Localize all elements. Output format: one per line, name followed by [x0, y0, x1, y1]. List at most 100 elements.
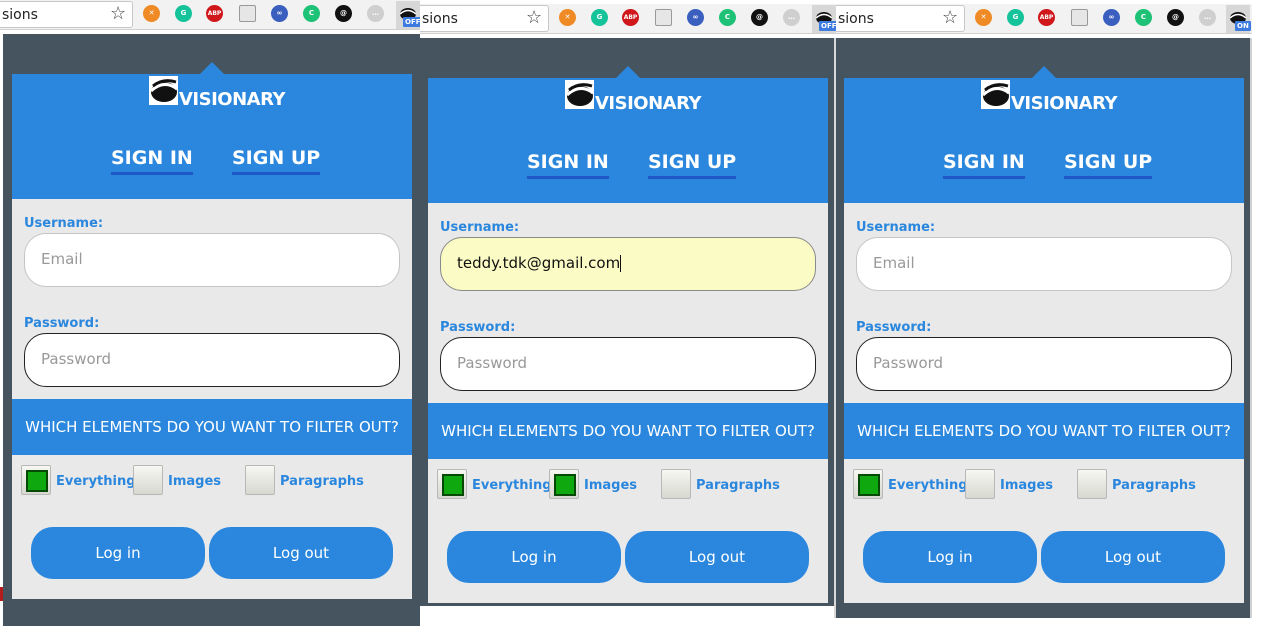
extension-popup: VISIONARY SIGN IN SIGN UP Username: Emai… [844, 66, 1244, 603]
blue-link-icon[interactable]: ∞ [687, 9, 704, 26]
checkbox-paragraphs-label: Paragraphs [696, 478, 780, 493]
popup-frame: VISIONARY SIGN IN SIGN UP Username: Emai… [836, 38, 1252, 618]
checkbox-everything-label: Everything [472, 478, 552, 493]
password-placeholder: Password [457, 354, 528, 372]
password-field[interactable]: Password [24, 333, 400, 387]
tab-sign-in[interactable]: SIGN IN [527, 151, 609, 179]
orange-swirl-icon[interactable]: ✕ [975, 9, 992, 26]
browser-toolbar: sions ☆ ✕ G ABP ∞ C @ … ON [836, 4, 1252, 34]
checkbox-images[interactable] [549, 469, 579, 499]
checkbox-everything-label: Everything [888, 478, 968, 493]
dark-circle-icon[interactable]: @ [751, 9, 768, 26]
filter-heading: WHICH ELEMENTS DO YOU WANT TO FILTER OUT… [12, 399, 412, 455]
document-icon[interactable] [655, 9, 672, 26]
text-cursor [620, 255, 622, 272]
grammarly-icon[interactable]: G [591, 9, 608, 26]
checkbox-images[interactable] [965, 469, 995, 499]
document-icon[interactable] [1071, 9, 1088, 26]
orange-swirl-icon[interactable]: ✕ [143, 5, 160, 22]
logo-text: VISIONARY [179, 89, 286, 110]
bookmark-star-icon[interactable]: ☆ [942, 7, 958, 28]
green-c-icon[interactable]: C [1135, 9, 1152, 26]
log-in-button[interactable]: Log in [863, 531, 1037, 583]
grammarly-icon[interactable]: G [1007, 9, 1024, 26]
password-placeholder: Password [873, 354, 944, 372]
popup-frame: VISIONARY SIGN IN SIGN UP Username: Emai… [3, 34, 420, 626]
visionary-extension-button[interactable]: OFF [812, 5, 839, 33]
extension-popup: VISIONARY SIGN IN SIGN UP Username: tedd… [428, 66, 828, 603]
password-placeholder: Password [41, 350, 112, 368]
tab-sign-up[interactable]: SIGN UP [648, 151, 737, 179]
checkbox-paragraphs-label: Paragraphs [280, 474, 364, 489]
log-in-button[interactable]: Log in [447, 531, 621, 583]
checkbox-paragraphs[interactable] [245, 465, 275, 495]
chat-bubble-icon[interactable]: … [1199, 9, 1216, 26]
bookmark-star-icon[interactable]: ☆ [110, 3, 126, 24]
username-field[interactable]: Email [24, 233, 400, 287]
logo-text: VISIONARY [595, 93, 702, 114]
log-out-button[interactable]: Log out [625, 531, 809, 583]
popup-header: VISIONARY SIGN IN SIGN UP [12, 74, 412, 199]
dark-circle-icon[interactable]: @ [335, 5, 352, 22]
checkbox-images[interactable] [133, 465, 163, 495]
log-out-button[interactable]: Log out [209, 527, 393, 579]
adblock-icon[interactable]: ABP [206, 5, 223, 22]
visionary-extension-button[interactable]: OFF [396, 1, 423, 29]
filter-heading: WHICH ELEMENTS DO YOU WANT TO FILTER OUT… [844, 403, 1244, 459]
username-placeholder: Email [41, 250, 83, 268]
screenshot-panel-1: sions ☆ ✕ G ABP ∞ C @ … OFF VISIONARY SI… [0, 0, 423, 638]
checkbox-images-label: Images [168, 474, 222, 489]
checkbox-paragraphs[interactable] [1077, 469, 1107, 499]
password-field[interactable]: Password [856, 337, 1232, 391]
tab-sign-up[interactable]: SIGN UP [232, 147, 321, 175]
grammarly-icon[interactable]: G [175, 5, 192, 22]
logo-eye-icon [149, 76, 178, 105]
log-out-button[interactable]: Log out [1041, 531, 1225, 583]
document-icon[interactable] [239, 5, 256, 22]
bookmark-star-icon[interactable]: ☆ [526, 7, 542, 28]
popup-frame: VISIONARY SIGN IN SIGN UP Username: tedd… [420, 38, 834, 606]
username-field[interactable]: Email [856, 237, 1232, 291]
chat-bubble-icon[interactable]: … [783, 9, 800, 26]
checkbox-everything[interactable] [21, 465, 51, 495]
password-label: Password: [440, 320, 516, 335]
logo-eye-icon [565, 80, 594, 109]
adblock-icon[interactable]: ABP [622, 9, 639, 26]
log-in-button[interactable]: Log in [31, 527, 205, 579]
blue-link-icon[interactable]: ∞ [271, 5, 288, 22]
extension-popup: VISIONARY SIGN IN SIGN UP Username: Emai… [12, 62, 412, 599]
checkbox-images-label: Images [1000, 478, 1054, 493]
blue-link-icon[interactable]: ∞ [1103, 9, 1120, 26]
checkbox-paragraphs-label: Paragraphs [1112, 478, 1196, 493]
checkbox-paragraphs[interactable] [661, 469, 691, 499]
checkbox-images-label: Images [584, 478, 638, 493]
filter-heading: WHICH ELEMENTS DO YOU WANT TO FILTER OUT… [428, 403, 828, 459]
username-label: Username: [440, 220, 520, 235]
username-value: teddy.tdk@gmail.com [457, 254, 621, 272]
extension-state-badge: ON [1235, 21, 1251, 31]
username-label: Username: [24, 216, 104, 231]
username-label: Username: [856, 220, 936, 235]
dark-circle-icon[interactable]: @ [1167, 9, 1184, 26]
tab-sign-up[interactable]: SIGN UP [1064, 151, 1153, 179]
password-label: Password: [856, 320, 932, 335]
checkbox-everything[interactable] [437, 469, 467, 499]
chat-bubble-icon[interactable]: … [367, 5, 384, 22]
tab-sign-in[interactable]: SIGN IN [111, 147, 193, 175]
popup-caret [1032, 66, 1056, 78]
adblock-icon[interactable]: ABP [1038, 9, 1055, 26]
tab-sign-in[interactable]: SIGN IN [943, 151, 1025, 179]
password-field[interactable]: Password [440, 337, 816, 391]
username-field[interactable]: teddy.tdk@gmail.com [440, 237, 816, 291]
green-c-icon[interactable]: C [719, 9, 736, 26]
screenshot-panel-2: sions ☆ ✕ G ABP ∞ C @ … OFF VISIONARY SI… [420, 0, 839, 638]
logo-text: VISIONARY [1011, 93, 1118, 114]
username-placeholder: Email [873, 254, 915, 272]
logo-eye-icon [981, 80, 1010, 109]
checkbox-everything-label: Everything [56, 474, 136, 489]
green-c-icon[interactable]: C [303, 5, 320, 22]
browser-toolbar: sions ☆ ✕ G ABP ∞ C @ … OFF [0, 0, 423, 30]
checkbox-everything[interactable] [853, 469, 883, 499]
visionary-extension-button[interactable]: ON [1226, 5, 1251, 33]
orange-swirl-icon[interactable]: ✕ [559, 9, 576, 26]
